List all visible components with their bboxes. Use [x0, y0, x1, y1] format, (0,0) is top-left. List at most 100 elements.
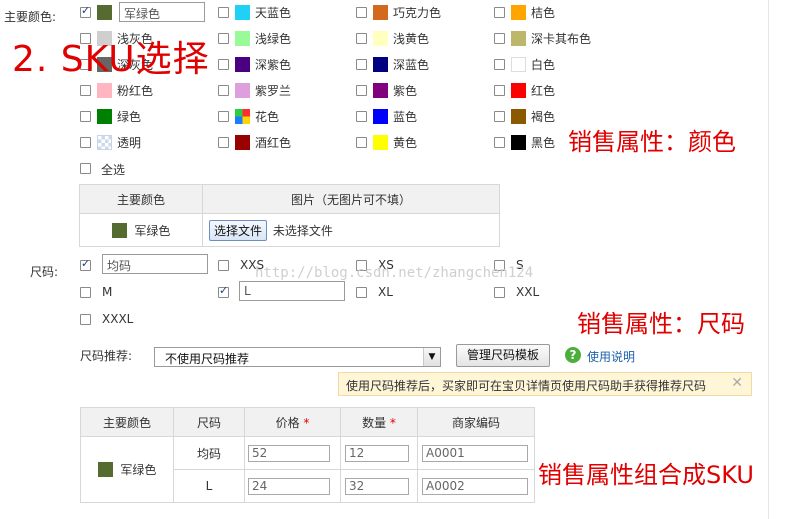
- color-label: 白色: [531, 58, 556, 72]
- size-checkbox[interactable]: [80, 314, 91, 325]
- color-label: 红色: [531, 84, 556, 98]
- color-checkbox[interactable]: [218, 85, 229, 96]
- color-label: 透明: [117, 136, 142, 150]
- color-checkbox[interactable]: [356, 111, 367, 122]
- color-checkbox[interactable]: [356, 33, 367, 44]
- required-mark: *: [389, 415, 396, 430]
- code-input[interactable]: A0002: [422, 477, 528, 495]
- price-input[interactable]: 52: [248, 444, 330, 462]
- color-checkbox[interactable]: [80, 111, 91, 122]
- color-checkbox[interactable]: [218, 137, 229, 148]
- sku-header-color: 主要颜色: [80, 407, 174, 437]
- color-label: 酒红色: [255, 136, 292, 150]
- color-checkbox[interactable]: [494, 111, 505, 122]
- help-link[interactable]: 使用说明: [587, 348, 635, 365]
- army-green-swatch: [111, 222, 127, 238]
- color-checkbox[interactable]: [218, 59, 229, 70]
- image-table-file-cell: 选择文件 未选择文件: [202, 213, 500, 247]
- color-checkbox[interactable]: [356, 85, 367, 96]
- color-label: 深蓝色: [393, 58, 430, 72]
- sku-qty-cell: 12: [340, 436, 418, 470]
- color-checkbox[interactable]: [218, 33, 229, 44]
- sku-size-cell: L: [173, 469, 245, 503]
- image-table-color-name: 军绿色: [134, 223, 171, 238]
- color-label: 褐色: [531, 110, 556, 124]
- color-checkbox[interactable]: [494, 137, 505, 148]
- color-swatch: [235, 83, 250, 98]
- color-checkbox[interactable]: [80, 4, 91, 18]
- color-swatch: [373, 135, 388, 150]
- col-main-color-header: 主要颜色: [79, 184, 203, 214]
- annotation-color: 销售属性：颜色: [568, 128, 736, 156]
- manage-size-template-button[interactable]: 管理尺码模板: [456, 344, 550, 367]
- size-name-input-l[interactable]: L: [239, 281, 345, 301]
- size-checkbox[interactable]: [80, 257, 91, 271]
- sku-color-cell: 军绿色: [80, 436, 174, 503]
- annotation-size: 销售属性：尺码: [577, 310, 745, 338]
- close-icon[interactable]: ✕: [731, 375, 743, 391]
- right-divider: [768, 0, 769, 519]
- size-checkbox[interactable]: [356, 287, 367, 298]
- sku-price-cell: 24: [244, 469, 341, 503]
- color-checkbox[interactable]: [494, 85, 505, 96]
- file-status-text: 未选择文件: [272, 223, 333, 238]
- color-label: 巧克力色: [393, 6, 442, 20]
- table-row: 军绿色 均码 52 12 A0001: [80, 436, 535, 503]
- size-label: XXL: [516, 285, 540, 299]
- size-name-input-one-size[interactable]: 均码: [102, 254, 208, 274]
- color-swatch: [511, 57, 526, 72]
- select-all-checkbox[interactable]: [80, 163, 91, 174]
- color-checkbox[interactable]: [356, 137, 367, 148]
- size-recommend-tip: 使用尺码推荐后，买家即可在宝贝详情页使用尺码助手获得推荐尺码 ✕: [338, 372, 752, 396]
- color-swatch: [511, 83, 526, 98]
- color-checkbox[interactable]: [356, 7, 367, 18]
- color-checkbox[interactable]: [494, 59, 505, 70]
- price-input[interactable]: 24: [248, 477, 330, 495]
- color-swatch: [511, 5, 526, 20]
- sku-header-qty: 数量 *: [340, 407, 418, 437]
- size-checkbox[interactable]: [218, 260, 229, 271]
- color-checkbox[interactable]: [494, 33, 505, 44]
- color-checkbox[interactable]: [218, 7, 229, 18]
- color-swatch: [97, 109, 112, 124]
- size-label: M: [102, 285, 113, 299]
- color-checkbox[interactable]: [80, 85, 91, 96]
- annotation-combo: 销售属性组合成SKU: [538, 461, 754, 489]
- annotation-title: 2. SKU选择: [12, 39, 210, 80]
- code-input[interactable]: A0001: [422, 444, 528, 462]
- sku-size-cell: 均码: [173, 436, 245, 470]
- size-checkbox[interactable]: [494, 287, 505, 298]
- size-label: XXXL: [102, 312, 134, 326]
- color-swatch: [235, 109, 250, 124]
- color-checkbox[interactable]: [80, 137, 91, 148]
- color-checkbox[interactable]: [356, 59, 367, 70]
- color-checkbox[interactable]: [218, 111, 229, 122]
- size-checkbox[interactable]: [218, 284, 229, 298]
- color-label: 紫色: [393, 84, 418, 98]
- size-checkbox[interactable]: [80, 287, 91, 298]
- color-image-table: 主要颜色 图片（无图片可不填） 军绿色 选择文件 未选择文件: [79, 184, 500, 247]
- color-swatch: [373, 31, 388, 46]
- color-swatch: [511, 135, 526, 150]
- col-image-header: 图片（无图片可不填）: [202, 184, 500, 214]
- sku-header-qty-text: 数量: [362, 415, 387, 430]
- color-label: 天蓝色: [255, 6, 292, 20]
- color-label: 桔色: [531, 6, 556, 20]
- help-icon[interactable]: ?: [565, 347, 581, 363]
- color-label: 黑色: [531, 136, 556, 150]
- select-all-label: 全选: [101, 163, 126, 177]
- color-swatch: [511, 31, 526, 46]
- sku-qty-cell: 32: [340, 469, 418, 503]
- color-label: 浅黄色: [393, 32, 430, 46]
- qty-input[interactable]: 12: [345, 444, 409, 462]
- color-label: 蓝色: [393, 110, 418, 124]
- qty-input[interactable]: 32: [345, 477, 409, 495]
- choose-file-button[interactable]: 选择文件: [209, 219, 268, 241]
- color-swatch: [235, 57, 250, 72]
- image-table-color-cell: 军绿色: [79, 213, 203, 247]
- color-name-input[interactable]: 军绿色: [119, 2, 205, 22]
- sku-header-size: 尺码: [173, 407, 245, 437]
- color-checkbox[interactable]: [494, 7, 505, 18]
- size-recommend-select[interactable]: 不使用尺码推荐 ▼: [154, 347, 441, 367]
- chevron-down-icon[interactable]: ▼: [423, 348, 440, 366]
